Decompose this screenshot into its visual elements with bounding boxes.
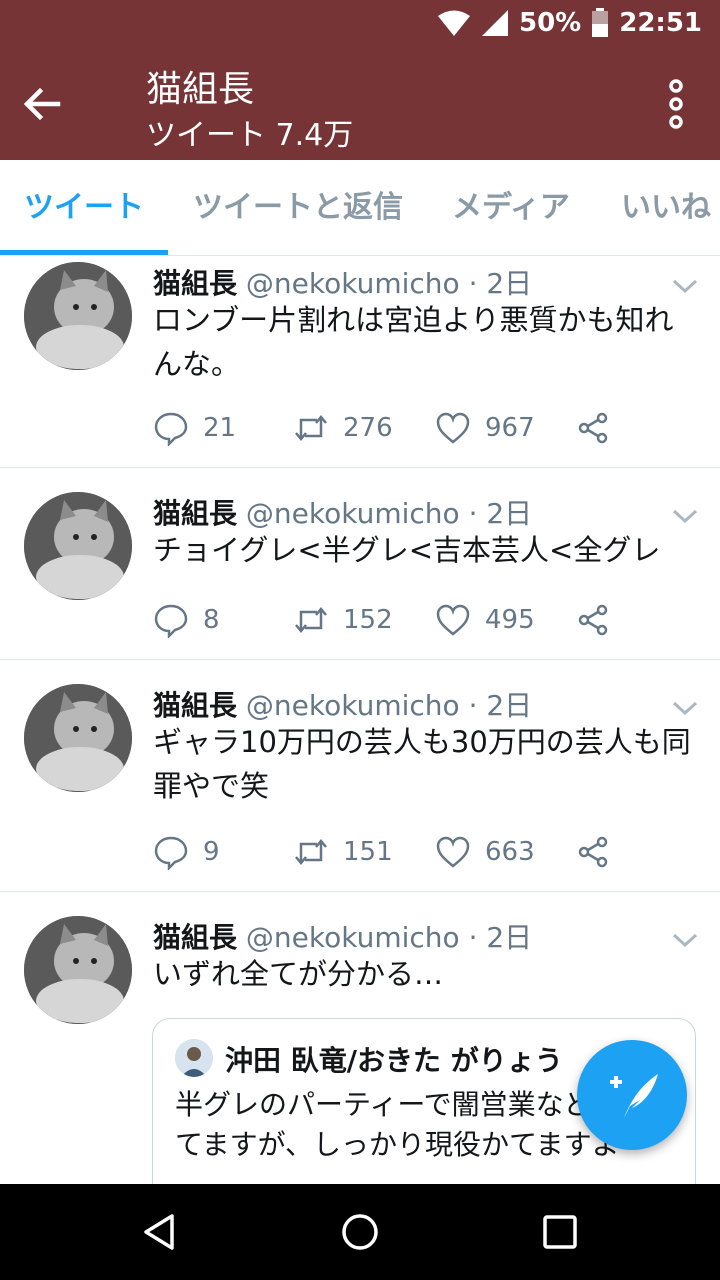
avatar[interactable] <box>24 684 132 792</box>
share-icon <box>578 836 608 868</box>
reply-button[interactable]: 21 <box>153 410 236 446</box>
cat-avatar-image <box>24 492 132 600</box>
arrow-left-icon[interactable] <box>18 80 66 128</box>
heart-icon <box>436 412 470 444</box>
compose-tweet-button[interactable] <box>577 1040 687 1150</box>
cat-avatar-image <box>24 916 132 1024</box>
profile-name: 猫組長 <box>146 69 255 110</box>
system-navigation-bar <box>0 1184 720 1280</box>
author-handle: @nekokumicho · 2日 <box>245 497 533 530</box>
tweet-header: 猫組長 @nekokumicho · 2日 <box>153 262 532 302</box>
quoted-avatar <box>175 1039 213 1077</box>
author-handle: @nekokumicho · 2日 <box>245 921 533 954</box>
like-count: 967 <box>485 413 535 443</box>
retweet-count: 152 <box>343 605 393 635</box>
share-button[interactable] <box>575 602 611 638</box>
author-handle: @nekokumicho · 2日 <box>245 267 533 300</box>
chevron-down-icon[interactable] <box>670 276 700 296</box>
clock: 22:51 <box>619 8 702 38</box>
chevron-down-icon[interactable] <box>670 506 700 526</box>
heart-icon <box>436 604 470 636</box>
recents-square-icon[interactable] <box>540 1212 580 1252</box>
tweet-actions: 9 151 663 <box>153 834 673 874</box>
reply-button[interactable]: 9 <box>153 834 220 870</box>
quoted-author-name: 沖田 臥竜/おきた がりょう <box>225 1044 563 1077</box>
like-button[interactable]: 967 <box>435 410 535 446</box>
retweet-count: 151 <box>343 837 393 867</box>
retweet-button[interactable]: 151 <box>293 834 393 870</box>
retweet-icon <box>295 839 327 865</box>
tweet-card[interactable]: 猫組長 @nekokumicho · 2日 ロンブー片割れは宮迫より悪質かも知れ… <box>0 256 720 468</box>
chevron-down-icon[interactable] <box>670 930 700 950</box>
reply-count: 8 <box>203 605 220 635</box>
active-tab-indicator <box>0 250 168 255</box>
compose-tweet-icon <box>610 1074 658 1118</box>
tweet-header: 猫組長 @nekokumicho · 2日 <box>153 492 532 532</box>
share-icon <box>578 604 608 636</box>
status-bar: 50% 22:51 <box>0 0 720 50</box>
retweet-count: 276 <box>343 413 393 443</box>
tweet-text: ロンブー片割れは宮迫より悪質かも知れんな。 <box>153 303 674 381</box>
author-name[interactable]: 猫組長 <box>153 267 237 300</box>
tweet-text: いずれ全てが分かる… <box>153 957 444 991</box>
share-button[interactable] <box>575 410 611 446</box>
chevron-down-icon[interactable] <box>670 698 700 718</box>
retweet-icon <box>295 415 327 441</box>
author-name[interactable]: 猫組長 <box>153 497 237 530</box>
wifi-icon <box>438 10 470 36</box>
reply-button[interactable]: 8 <box>153 602 220 638</box>
reply-icon <box>154 604 188 638</box>
reply-icon <box>154 412 188 446</box>
reply-icon <box>154 836 188 870</box>
reply-count: 9 <box>203 837 220 867</box>
signal-icon <box>482 10 508 36</box>
app-bar: 猫組長 ツイート 7.4万 <box>0 50 720 160</box>
author-name[interactable]: 猫組長 <box>153 921 237 954</box>
author-handle: @nekokumicho · 2日 <box>245 689 533 722</box>
like-count: 495 <box>485 605 535 635</box>
avatar[interactable] <box>24 916 132 1024</box>
avatar[interactable] <box>24 262 132 370</box>
person-avatar-image <box>175 1039 213 1077</box>
share-button[interactable] <box>575 834 611 870</box>
home-circle-icon[interactable] <box>340 1212 380 1252</box>
heart-icon <box>436 836 470 868</box>
tweet-text: チョイグレ<半グレ<吉本芸人<全グレ <box>153 533 661 567</box>
tab-tweets[interactable]: ツイート <box>24 160 144 256</box>
avatar[interactable] <box>24 492 132 600</box>
tab-media[interactable]: メディア <box>452 160 570 256</box>
like-count: 663 <box>485 837 535 867</box>
tweet-count: ツイート 7.4万 <box>146 118 354 153</box>
tweet-header: 猫組長 @nekokumicho · 2日 <box>153 916 532 956</box>
cat-avatar-image <box>24 684 132 792</box>
tab-tweets-and-replies[interactable]: ツイートと返信 <box>193 160 403 256</box>
share-icon <box>578 412 608 444</box>
retweet-icon <box>295 607 327 633</box>
retweet-button[interactable]: 152 <box>293 602 393 638</box>
tweet-actions: 21 276 967 <box>153 410 673 450</box>
reply-count: 21 <box>203 413 237 443</box>
more-vertical-icon[interactable] <box>662 78 690 130</box>
retweet-button[interactable]: 276 <box>293 410 393 446</box>
author-name[interactable]: 猫組長 <box>153 689 237 722</box>
tweet-text: ギャラ10万円の芸人も30万円の芸人も同罪やで笑 <box>153 725 691 803</box>
back-triangle-icon[interactable] <box>140 1212 180 1252</box>
battery-icon <box>592 8 609 37</box>
battery-percent: 50% <box>519 8 582 38</box>
tab-likes[interactable]: いいね <box>621 160 711 256</box>
tweet-card[interactable]: 猫組長 @nekokumicho · 2日 ギャラ10万円の芸人も30万円の芸人… <box>0 660 720 892</box>
profile-tabs: ツイート ツイートと返信 メディア いいね <box>0 160 720 256</box>
tweet-card[interactable]: 猫組長 @nekokumicho · 2日 チョイグレ<半グレ<吉本芸人<全グレ… <box>0 468 720 660</box>
tweet-actions: 8 152 495 <box>153 602 673 642</box>
like-button[interactable]: 663 <box>435 834 535 870</box>
cat-avatar-image <box>24 262 132 370</box>
tweet-header: 猫組長 @nekokumicho · 2日 <box>153 684 532 724</box>
like-button[interactable]: 495 <box>435 602 535 638</box>
